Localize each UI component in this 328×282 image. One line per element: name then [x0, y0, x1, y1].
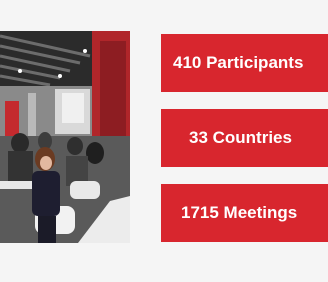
- page: 410 Participants 33 Countries 1715 Meeti…: [0, 0, 328, 282]
- participants-stat-label: 410 Participants: [173, 53, 304, 72]
- meetings-stat-label: 1715 Meetings: [181, 203, 298, 222]
- meetings-stat: 1715 Meetings: [161, 184, 328, 242]
- event-photo-image: [0, 31, 130, 243]
- countries-stat: 33 Countries: [161, 109, 328, 167]
- countries-stat-label: 33 Countries: [189, 128, 292, 147]
- participants-stat: 410 Participants: [161, 34, 328, 92]
- event-photo: [0, 31, 130, 243]
